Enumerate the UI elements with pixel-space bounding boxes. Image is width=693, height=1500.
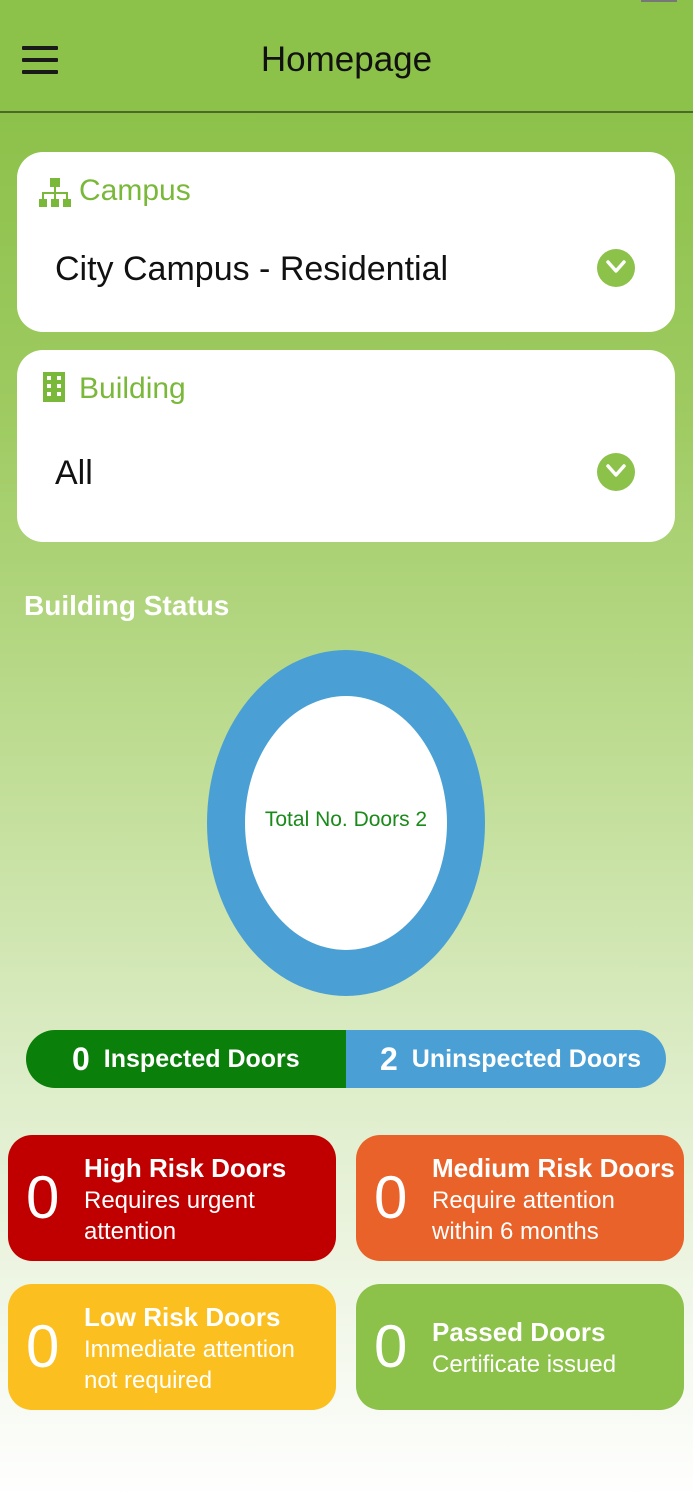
status-indicator — [641, 0, 677, 2]
building-status-title: Building Status — [24, 590, 230, 621]
sitemap-icon — [39, 178, 71, 213]
high-risk-count: 0 — [26, 1164, 60, 1231]
donut-center: Total No. Doors 2 — [245, 696, 447, 950]
inspection-summary: 0 Inspected Doors 2 Uninspected Doors — [26, 1030, 666, 1088]
high-risk-desc: Requires urgent attention — [84, 1187, 255, 1245]
high-risk-tile[interactable]: 0 High Risk Doors Requires urgent attent… — [8, 1135, 336, 1261]
inspected-label: Inspected Doors — [103, 1044, 300, 1073]
passed-tile[interactable]: 0 Passed Doors Certificate issued — [356, 1284, 684, 1410]
building-value: All — [55, 454, 93, 492]
chevron-down-icon[interactable] — [597, 249, 635, 287]
passed-title: Passed Doors — [432, 1317, 606, 1347]
doors-donut-chart: Total No. Doors 2 — [207, 650, 485, 996]
inspected-count: 0 — [72, 1040, 90, 1077]
chevron-down-icon[interactable] — [597, 453, 635, 491]
low-risk-desc: Immediate attention not required — [84, 1336, 295, 1394]
campus-value: City Campus - Residential — [55, 250, 449, 288]
medium-risk-title: Medium Risk Doors — [432, 1153, 675, 1183]
high-risk-title: High Risk Doors — [84, 1153, 287, 1183]
passed-count: 0 — [374, 1313, 408, 1380]
low-risk-tile[interactable]: 0 Low Risk Doors Immediate attention not… — [8, 1284, 336, 1410]
inspected-doors-button[interactable]: 0 Inspected Doors — [26, 1030, 346, 1088]
low-risk-title: Low Risk Doors — [84, 1302, 281, 1332]
uninspected-count: 2 — [380, 1040, 398, 1077]
building-selector[interactable]: Building All — [17, 350, 675, 542]
medium-risk-tile[interactable]: 0 Medium Risk Doors Require attention wi… — [356, 1135, 684, 1261]
building-icon — [43, 372, 65, 407]
campus-label: Campus — [79, 174, 191, 207]
page-title: Homepage — [260, 40, 433, 79]
uninspected-doors-button[interactable]: 2 Uninspected Doors — [346, 1030, 666, 1088]
uninspected-label: Uninspected Doors — [411, 1044, 641, 1073]
low-risk-count: 0 — [26, 1313, 60, 1380]
medium-risk-count: 0 — [374, 1164, 408, 1231]
building-label: Building — [79, 372, 186, 405]
medium-risk-desc: Require attention within 6 months — [432, 1187, 615, 1245]
passed-desc: Certificate issued — [432, 1351, 617, 1378]
campus-selector[interactable]: Campus City Campus - Residential — [17, 152, 675, 332]
app-header: Homepage — [0, 0, 693, 113]
total-doors-text: Total No. Doors 2 — [264, 808, 428, 831]
